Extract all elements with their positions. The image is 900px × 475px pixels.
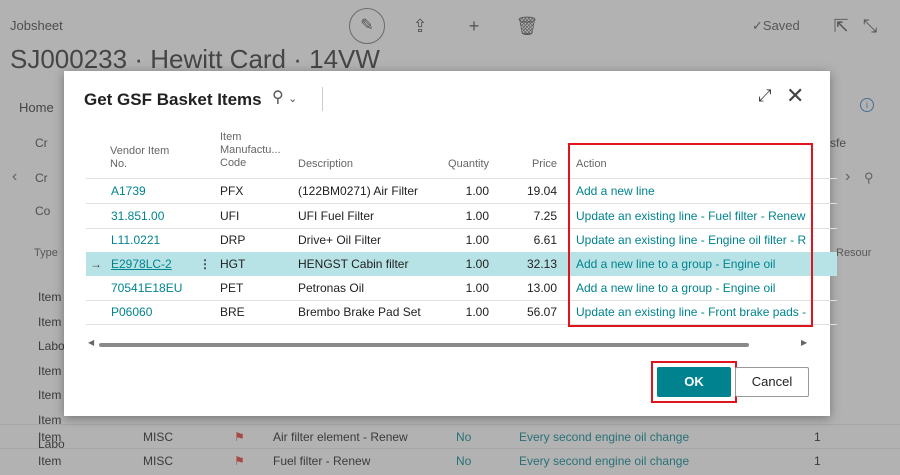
- horizontal-scrollbar[interactable]: [99, 343, 749, 347]
- manufacturer-code: DRP: [220, 233, 246, 247]
- row-pointer-icon: →: [90, 257, 102, 271]
- action-column-highlight: [568, 143, 813, 327]
- vendor-item-link[interactable]: A1739: [111, 184, 146, 198]
- col-manufacturer-code[interactable]: Item Manufactu... Code: [220, 131, 281, 170]
- vendor-item-link[interactable]: 70541E18EU: [111, 281, 182, 295]
- chevron-down-icon[interactable]: ⌄: [288, 93, 297, 105]
- divider: [322, 87, 323, 111]
- item-description: HENGST Cabin filter: [298, 257, 409, 271]
- item-description: Brembo Brake Pad Set: [298, 305, 421, 319]
- expand-icon[interactable]: ⤢: [758, 86, 772, 106]
- vendor-item-link[interactable]: 31.851.00: [111, 209, 164, 223]
- manufacturer-code: UFI: [220, 209, 240, 223]
- col-price[interactable]: Price: [507, 158, 557, 171]
- search-icon[interactable]: ⚲ ⌄: [272, 87, 297, 107]
- manufacturer-code: PET: [220, 281, 244, 295]
- item-quantity: 1.00: [465, 184, 489, 198]
- vendor-item-link[interactable]: L11.0221: [111, 233, 160, 247]
- scroll-right-arrow-icon[interactable]: ▶: [801, 338, 807, 347]
- close-icon[interactable]: ✕: [786, 83, 804, 109]
- item-price: 13.00: [526, 281, 557, 295]
- scroll-left-arrow-icon[interactable]: ◀: [88, 338, 94, 347]
- item-quantity: 1.00: [465, 305, 489, 319]
- item-price: 6.61: [533, 233, 557, 247]
- col-vendor-item[interactable]: Vendor Item No.: [110, 145, 169, 171]
- item-price: 19.04: [526, 184, 557, 198]
- item-price: 7.25: [533, 209, 557, 223]
- item-description: (122BM0271) Air Filter: [298, 184, 419, 198]
- vendor-item-link[interactable]: E2978LC-2: [111, 257, 172, 271]
- item-description: Drive+ Oil Filter: [298, 233, 382, 247]
- item-price: 56.07: [526, 305, 557, 319]
- row-menu-icon[interactable]: ⋮: [199, 257, 211, 271]
- item-quantity: 1.00: [465, 281, 489, 295]
- ok-button[interactable]: OK: [657, 367, 731, 397]
- cancel-button[interactable]: Cancel: [735, 367, 809, 397]
- item-quantity: 1.00: [465, 257, 489, 271]
- item-quantity: 1.00: [465, 209, 489, 223]
- manufacturer-code: HGT: [220, 257, 246, 271]
- get-gsf-basket-items-dialog: Get GSF Basket Items ⚲ ⌄ ⤢ ✕ Vendor Item…: [64, 71, 837, 416]
- item-description: Petronas Oil: [298, 281, 365, 295]
- manufacturer-code: PFX: [220, 184, 244, 198]
- item-quantity: 1.00: [465, 233, 489, 247]
- vendor-item-link[interactable]: P06060: [111, 305, 152, 319]
- col-description[interactable]: Description: [298, 158, 353, 171]
- manufacturer-code: BRE: [220, 305, 245, 319]
- item-price: 32.13: [526, 257, 557, 271]
- col-quantity[interactable]: Quantity: [439, 158, 489, 171]
- dialog-title: Get GSF Basket Items: [84, 90, 262, 109]
- item-description: UFI Fuel Filter: [298, 209, 375, 223]
